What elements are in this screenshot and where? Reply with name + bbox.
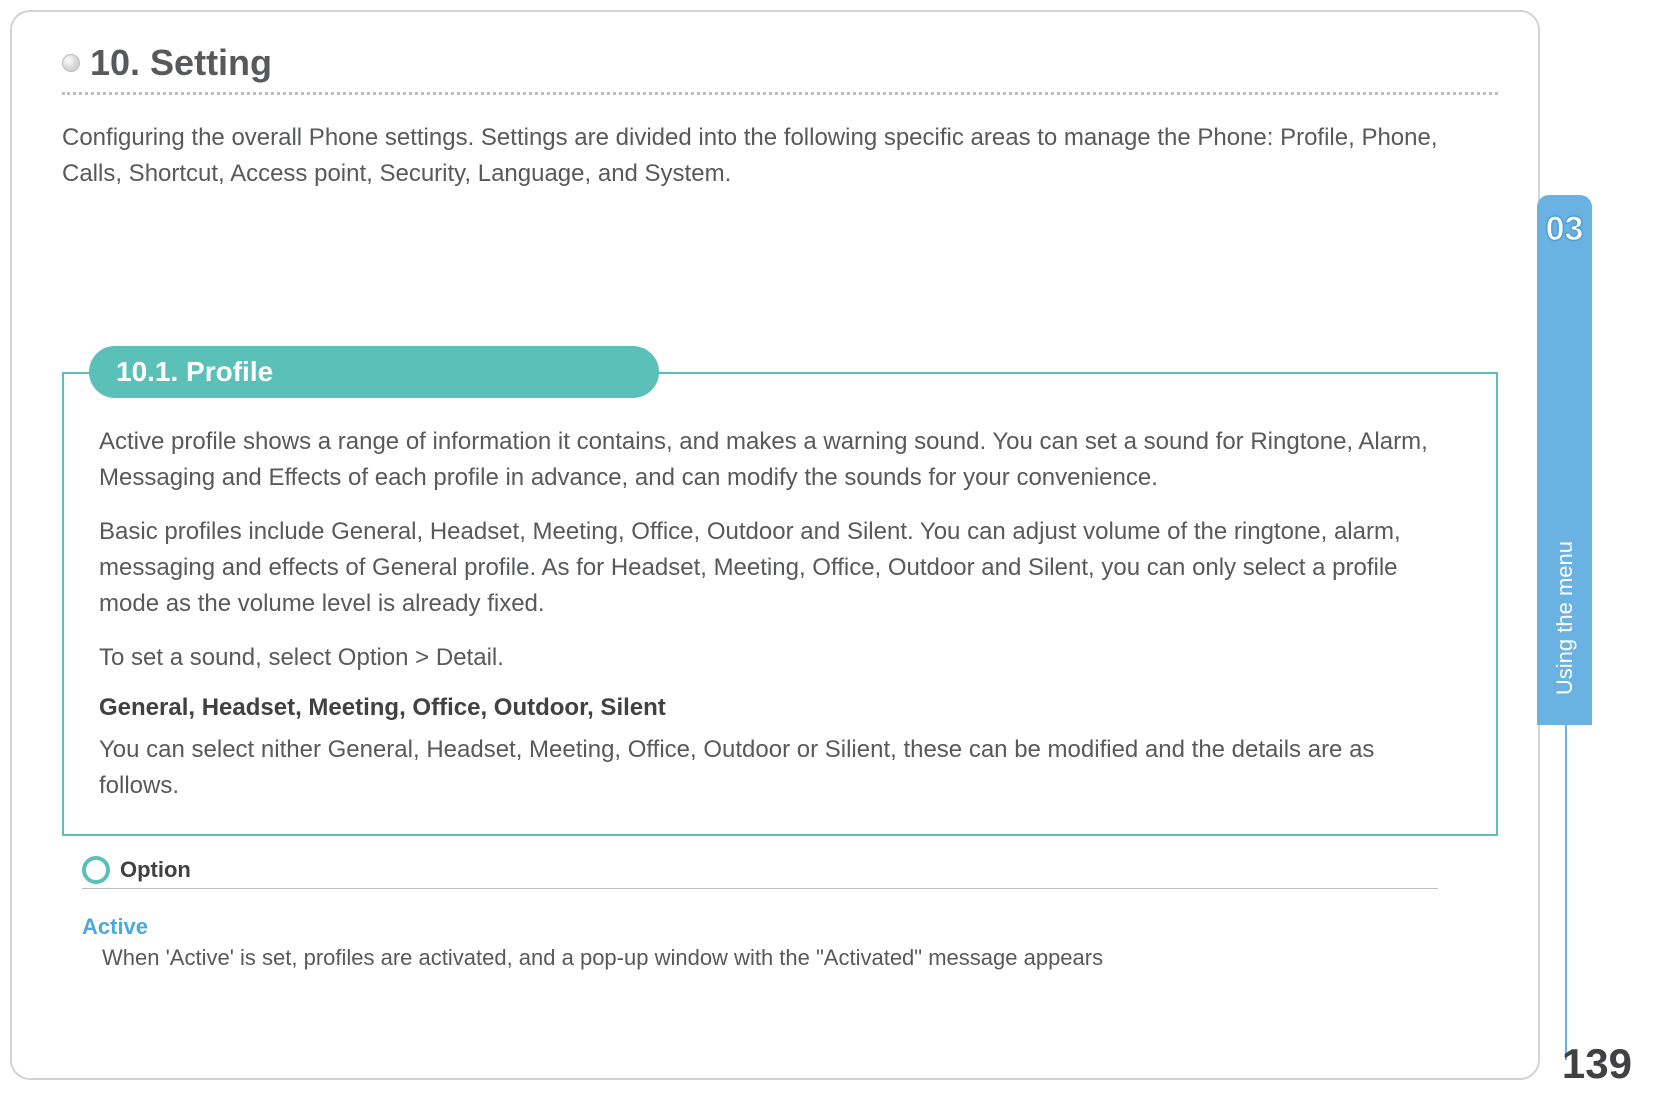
- page-title: 10. Setting: [90, 42, 272, 84]
- profile-section-box: 10.1. Profile Active profile shows a ran…: [62, 372, 1498, 836]
- option-row: Option: [82, 856, 1498, 884]
- option-label: Option: [120, 857, 191, 883]
- side-vertical-line: [1565, 725, 1567, 1060]
- chapter-label: Using the menu: [1552, 541, 1578, 695]
- intro-paragraph: Configuring the overall Phone settings. …: [62, 120, 1498, 192]
- option-circle-icon: [82, 856, 110, 884]
- side-tab: 03 Using the menu: [1537, 195, 1592, 725]
- heading-row: 10. Setting: [62, 42, 1498, 84]
- active-heading: Active: [82, 914, 1498, 940]
- page-number: 139: [1562, 1040, 1632, 1088]
- section-body-2: Basic profiles include General, Headset,…: [99, 514, 1461, 622]
- section-body-4: You can select nither General, Headset, …: [99, 732, 1461, 804]
- section-body-3: To set a sound, select Option > Detail.: [99, 640, 1461, 676]
- chapter-number: 03: [1546, 210, 1584, 249]
- section-label: 10.1. Profile: [116, 356, 273, 387]
- section-body-1: Active profile shows a range of informat…: [99, 424, 1461, 496]
- active-description: When 'Active' is set, profiles are activ…: [102, 945, 1498, 971]
- option-underline: [82, 888, 1438, 889]
- profiles-heading: General, Headset, Meeting, Office, Outdo…: [99, 694, 1461, 722]
- section-label-pill: 10.1. Profile: [89, 346, 659, 398]
- dotted-separator: [62, 92, 1498, 95]
- page-container: 10. Setting Configuring the overall Phon…: [10, 10, 1540, 1080]
- bullet-icon: [62, 54, 80, 72]
